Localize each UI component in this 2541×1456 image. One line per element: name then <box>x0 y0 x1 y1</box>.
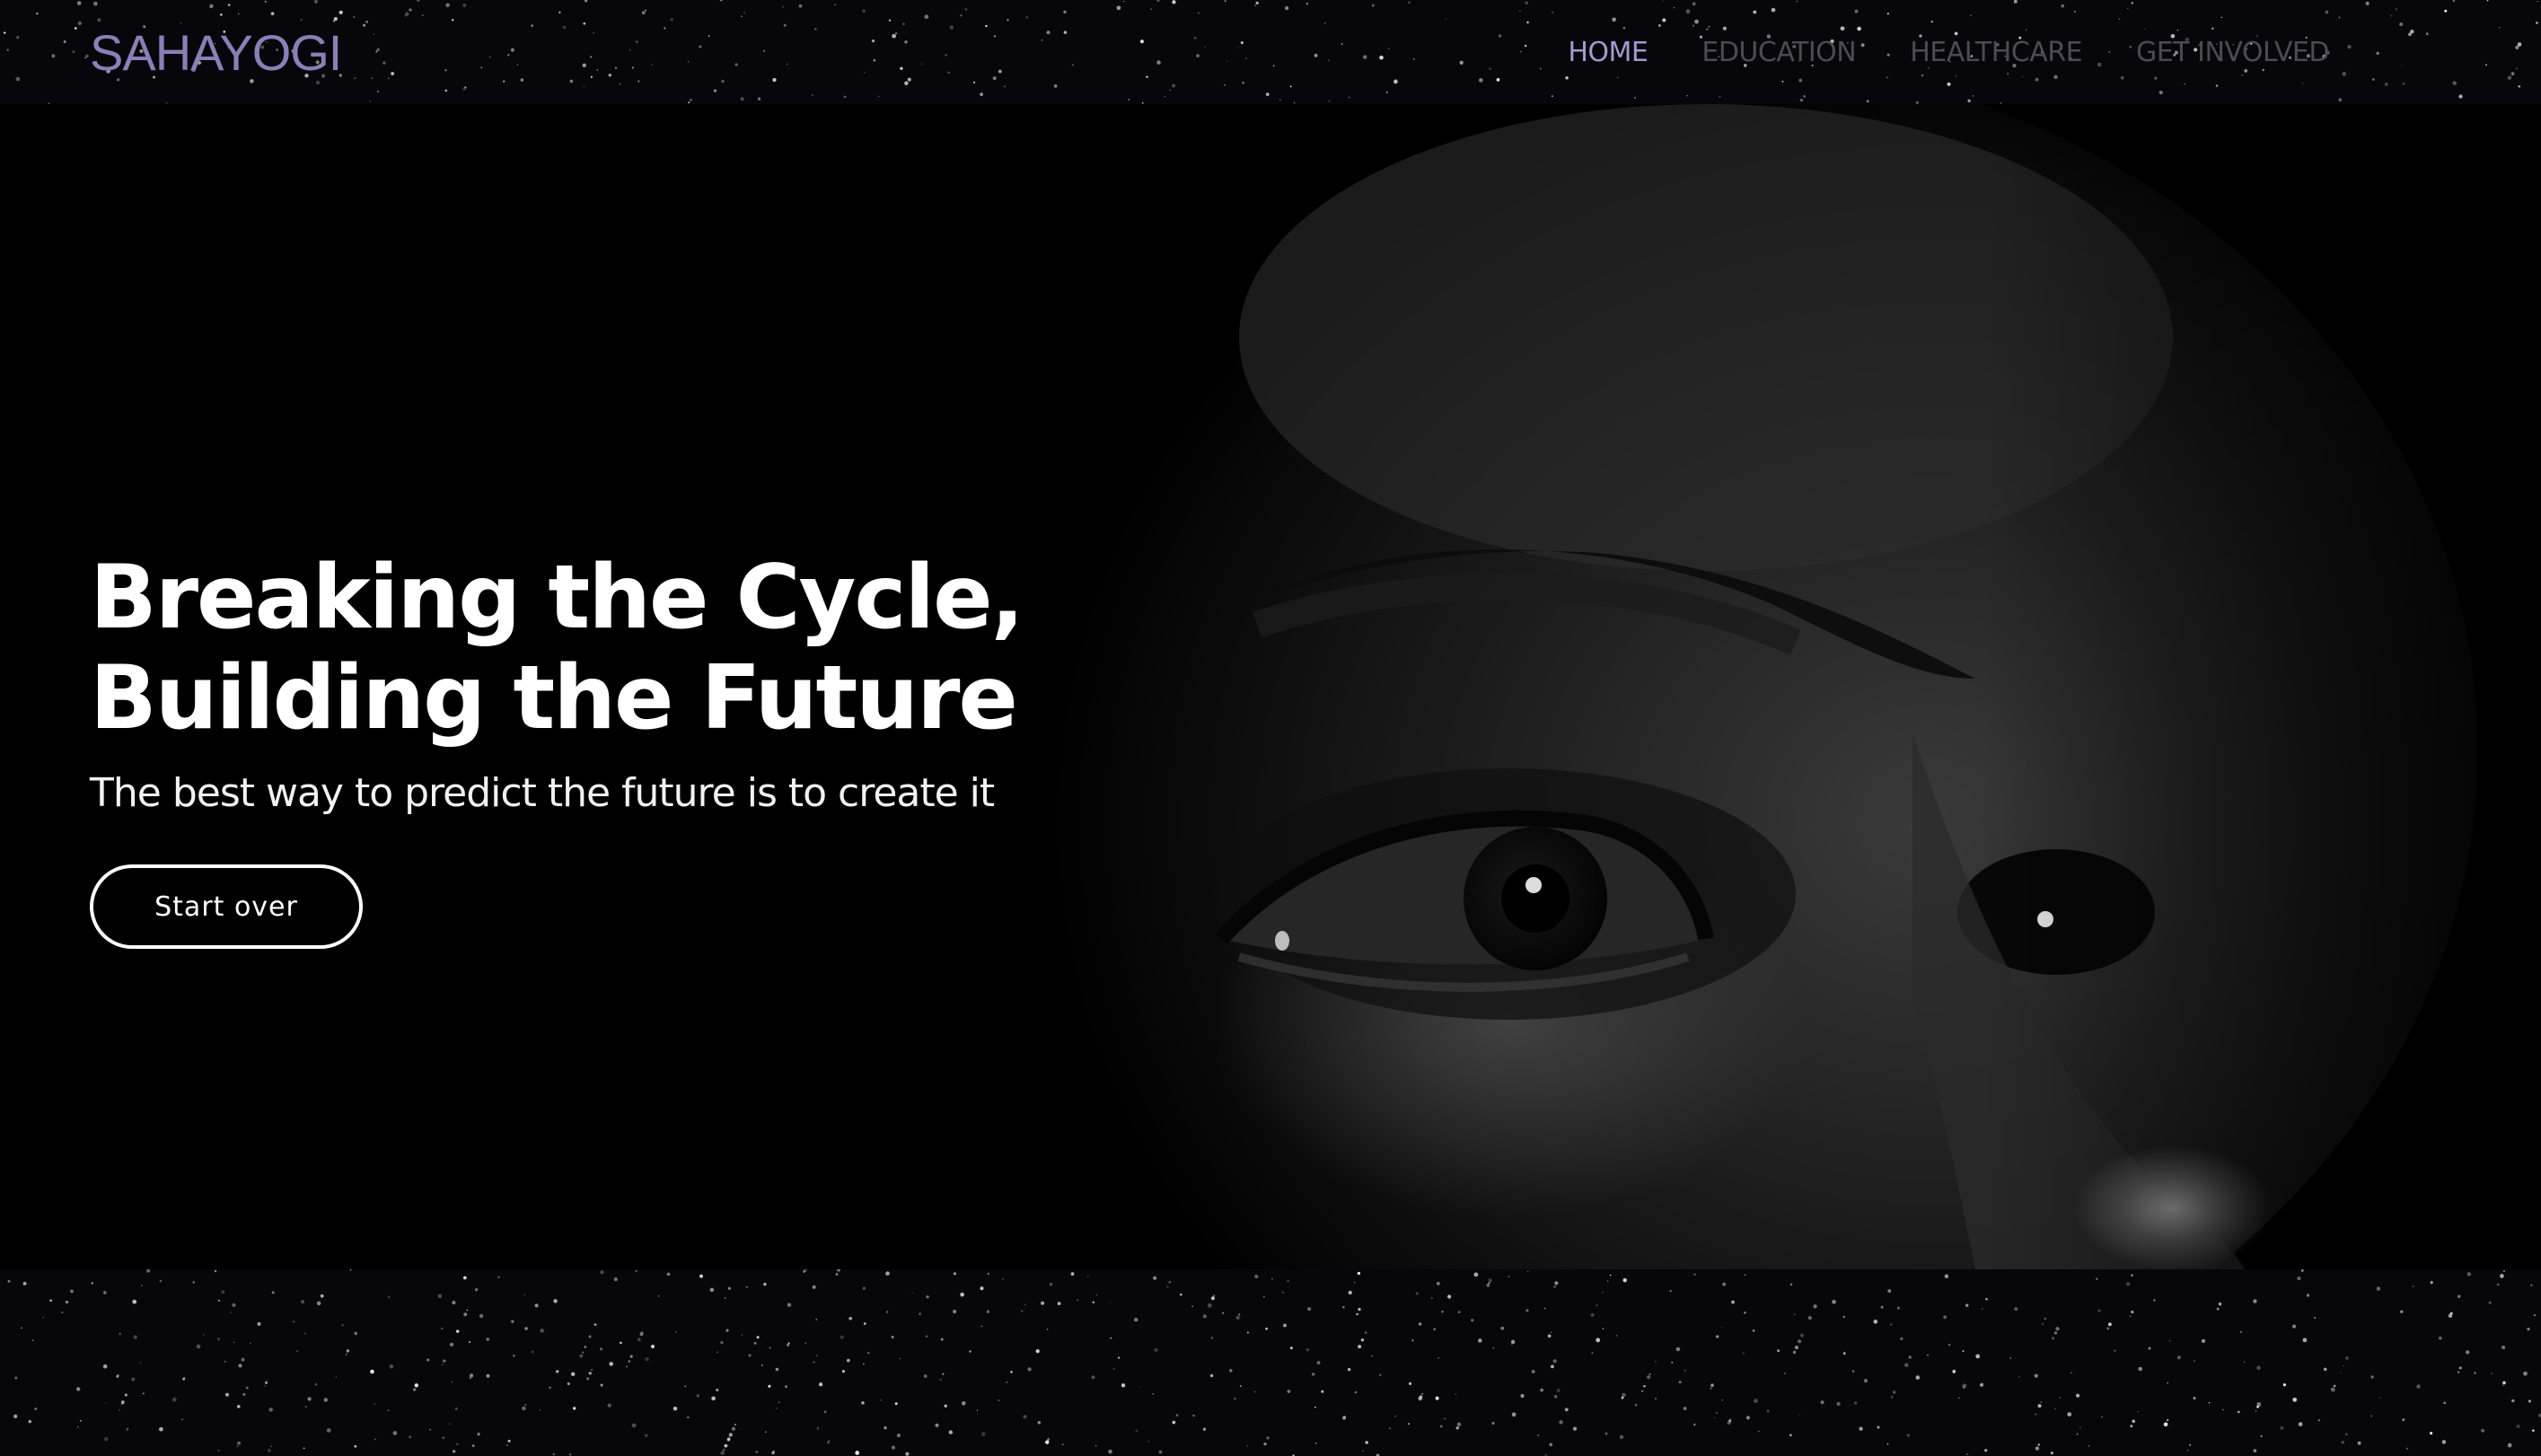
nav-education[interactable]: EDUCATION <box>1701 37 1856 68</box>
hero-section: Breaking the Cycle, Building the Future … <box>0 104 2541 1269</box>
nav-get-involved[interactable]: GET INVOLVED <box>2136 37 2329 68</box>
top-navbar: SAHAYOGI HOME EDUCATION HEALTHCARE GET I… <box>0 0 2541 104</box>
hero-title: Breaking the Cycle, Building the Future <box>90 547 1024 750</box>
hero-title-line-1: Breaking the Cycle, <box>90 547 1024 649</box>
main-nav: HOME EDUCATION HEALTHCARE GET INVOLVED <box>1568 37 2329 68</box>
brand-logo[interactable]: SAHAYOGI <box>90 23 342 82</box>
hero-subtitle: The best way to predict the future is to… <box>90 770 995 816</box>
start-over-button[interactable]: Start over <box>90 864 363 949</box>
page: SAHAYOGI HOME EDUCATION HEALTHCARE GET I… <box>0 0 2541 1456</box>
nav-healthcare[interactable]: HEALTHCARE <box>1910 37 2082 68</box>
hero-content: Breaking the Cycle, Building the Future … <box>90 547 1024 949</box>
hero-title-line-2: Building the Future <box>90 647 1018 750</box>
nav-home[interactable]: HOME <box>1568 37 1649 68</box>
